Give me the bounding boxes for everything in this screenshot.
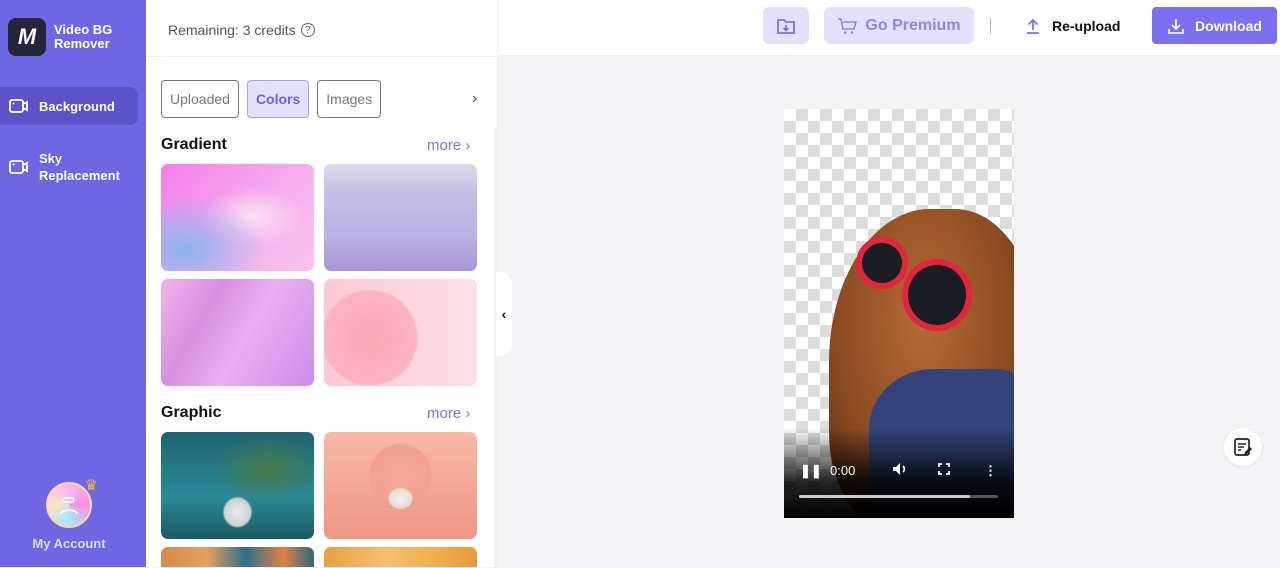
go-premium-label: Go Premium bbox=[865, 16, 961, 34]
gradient-thumbnail[interactable] bbox=[161, 279, 314, 386]
top-toolbar: Go Premium Re-upload Download bbox=[498, 0, 1280, 56]
graphic-thumbnail[interactable] bbox=[324, 547, 477, 567]
goggle-right bbox=[902, 259, 972, 331]
graphic-more-link[interactable]: more › bbox=[427, 405, 470, 422]
graphic-thumbnail[interactable] bbox=[324, 432, 477, 539]
section-title-gradient: Gradient bbox=[161, 136, 227, 153]
gradient-more-link[interactable]: more › bbox=[427, 137, 470, 154]
download-label: Download bbox=[1195, 17, 1262, 34]
sidebar-item-label: Sky Replacement bbox=[39, 151, 120, 183]
crown-icon: ♛ bbox=[84, 477, 98, 494]
sidebar-item-sky-replacement[interactable]: Sky Replacement bbox=[0, 148, 138, 186]
cart-icon bbox=[838, 17, 858, 34]
video-time: 0:00 bbox=[830, 463, 856, 478]
divider bbox=[146, 56, 498, 57]
app-title-line2: Remover bbox=[54, 36, 110, 51]
app-title: Video BG Remover bbox=[54, 23, 112, 51]
gradient-thumbnail[interactable] bbox=[324, 164, 477, 271]
tab-uploaded[interactable]: Uploaded bbox=[161, 80, 239, 118]
my-account[interactable]: ♛ My Account bbox=[0, 477, 138, 551]
toolbar-separator bbox=[990, 18, 991, 34]
folder-download-icon bbox=[777, 18, 795, 34]
collapse-panel-button[interactable]: ‹ bbox=[496, 272, 512, 356]
help-icon[interactable]: ? bbox=[300, 23, 315, 37]
notes-button[interactable] bbox=[1224, 428, 1262, 466]
video-progress-bar[interactable] bbox=[799, 495, 998, 498]
chevron-left-icon: ‹ bbox=[501, 306, 507, 322]
graphic-thumbnail[interactable] bbox=[161, 432, 314, 539]
notes-edit-icon bbox=[1234, 438, 1252, 456]
credits-text: Remaining: 3 credits bbox=[168, 22, 296, 38]
sidebar-item-background[interactable]: Background bbox=[0, 87, 138, 125]
background-panel: Remaining: 3 credits ? Uploaded Colors I… bbox=[146, 0, 498, 568]
upload-icon bbox=[1027, 18, 1039, 34]
re-upload-button[interactable]: Re-upload bbox=[1024, 7, 1120, 44]
logo-icon: M bbox=[8, 18, 46, 56]
go-premium-button[interactable]: Go Premium bbox=[824, 7, 974, 44]
more-options-button[interactable]: ⋮ bbox=[984, 463, 997, 479]
re-upload-label: Re-upload bbox=[1052, 17, 1121, 34]
tab-colors[interactable]: Colors bbox=[246, 80, 310, 118]
gradient-thumbnail[interactable] bbox=[161, 164, 314, 271]
video-preview[interactable]: ❚❚ 0:00 ⋮ bbox=[784, 109, 1014, 518]
gradient-thumbnail[interactable] bbox=[324, 279, 477, 386]
fullscreen-button[interactable] bbox=[938, 463, 984, 478]
credits-info: Remaining: 3 credits ? bbox=[168, 22, 315, 38]
volume-icon bbox=[893, 463, 906, 475]
save-to-folder-button[interactable] bbox=[763, 7, 809, 44]
user-icon bbox=[60, 497, 78, 515]
my-account-label: My Account bbox=[32, 536, 106, 551]
video-controls: ❚❚ 0:00 ⋮ bbox=[800, 462, 1000, 479]
avatar[interactable]: ♛ bbox=[46, 477, 98, 528]
app-logo[interactable]: M Video BG Remover bbox=[8, 18, 112, 56]
goggle-left bbox=[856, 237, 908, 289]
background-tabs: Uploaded Colors Images bbox=[161, 80, 382, 118]
chevron-right-icon[interactable]: › bbox=[472, 90, 477, 108]
volume-button[interactable] bbox=[892, 462, 938, 479]
sidebar: M Video BG Remover Background Sky Replac… bbox=[0, 0, 146, 567]
video-camera-icon bbox=[9, 160, 28, 174]
tab-images[interactable]: Images bbox=[317, 80, 382, 118]
sidebar-item-label: Background bbox=[39, 98, 115, 114]
download-button[interactable]: Download bbox=[1152, 7, 1277, 44]
graphic-thumbnail[interactable] bbox=[161, 547, 314, 567]
video-camera-icon bbox=[9, 99, 28, 113]
pause-button[interactable]: ❚❚ bbox=[800, 463, 830, 479]
fullscreen-icon bbox=[938, 463, 950, 475]
download-icon bbox=[1168, 18, 1184, 34]
section-title-graphic: Graphic bbox=[161, 404, 222, 421]
app-title-line1: Video BG bbox=[54, 22, 113, 37]
video-progress-fill bbox=[799, 495, 971, 498]
